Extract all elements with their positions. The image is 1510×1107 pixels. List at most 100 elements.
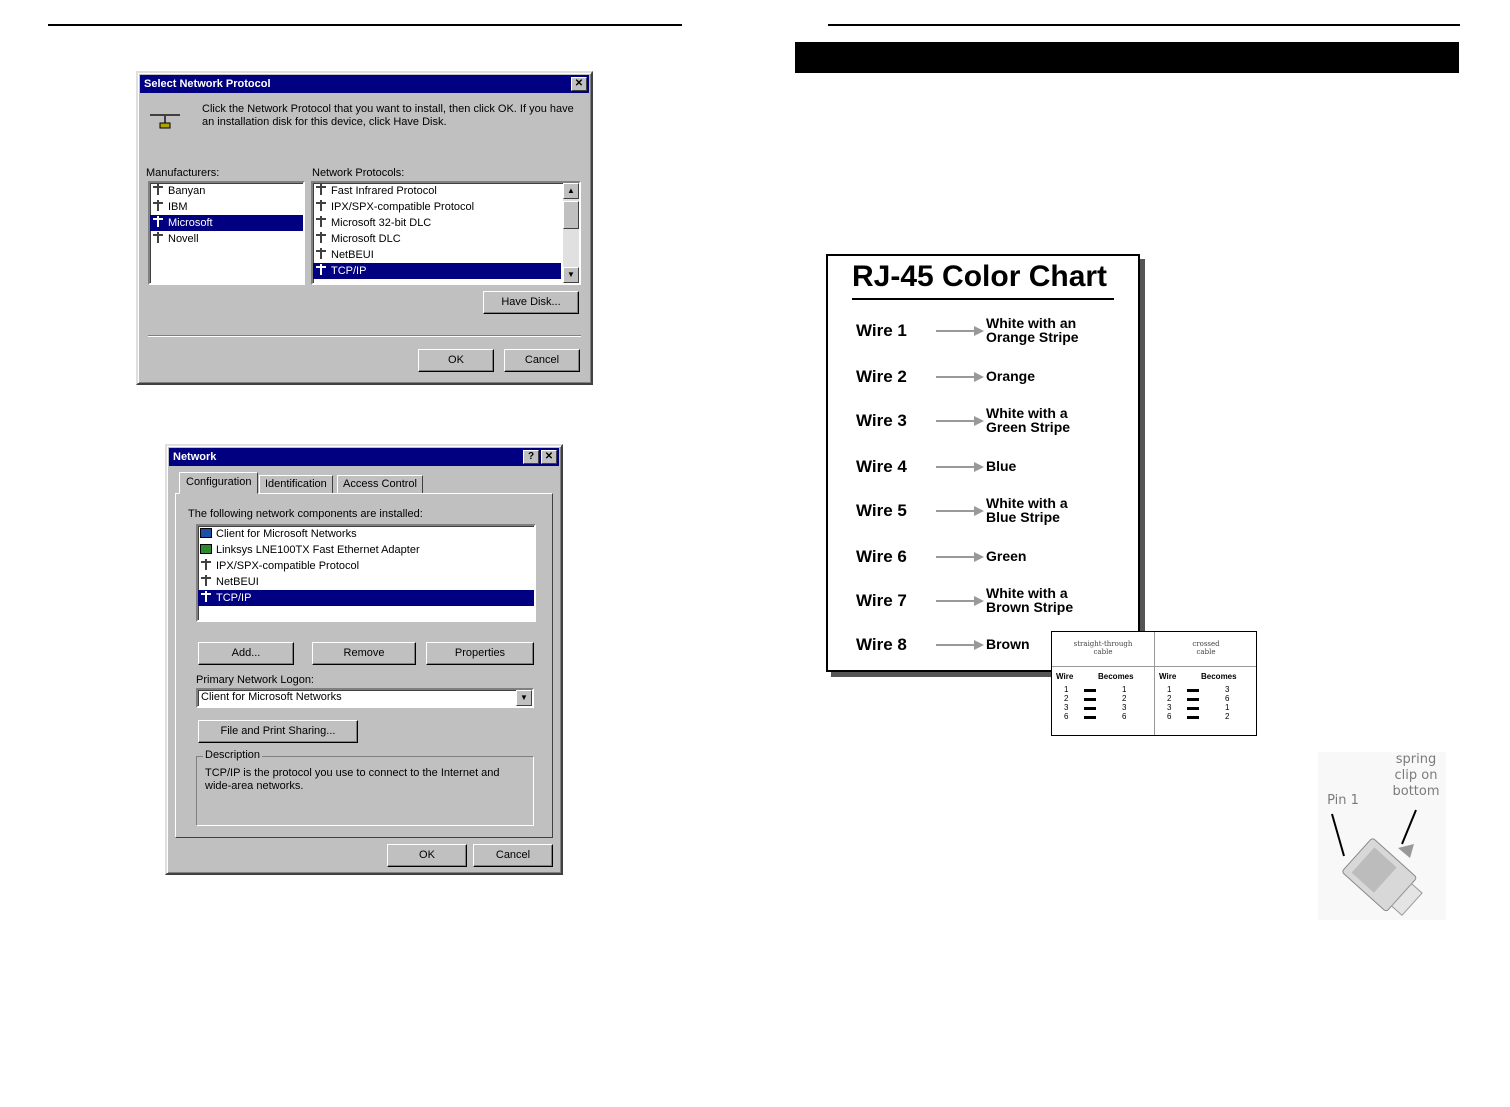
list-item[interactable]: NetBEUI — [313, 247, 561, 263]
list-item[interactable]: Microsoft DLC — [313, 231, 561, 247]
network-protocol-icon — [150, 114, 180, 129]
tab-identification[interactable]: Identification — [259, 475, 333, 494]
list-item-label: IPX/SPX-compatible Protocol — [216, 560, 360, 572]
protocol-icon — [315, 216, 327, 227]
list-item-label: IBM — [168, 201, 188, 213]
components-label: The following network components are ins… — [188, 508, 423, 520]
connection-mark — [1084, 689, 1096, 692]
manufacturers-label: Manufacturers: — [146, 167, 220, 179]
instructions-text: Click the Network Protocol that you want… — [202, 103, 574, 128]
network-protocols-list[interactable]: Fast Infrared Protocol IPX/SPX-compatible… — [311, 181, 581, 285]
rj45-connector-illustration — [1318, 752, 1446, 920]
list-item[interactable]: IBM — [150, 199, 303, 215]
dialog-title: Select Network Protocol — [144, 78, 271, 90]
wire-color-text: Green — [986, 548, 1027, 564]
chevron-down-icon[interactable]: ▼ — [516, 690, 532, 706]
list-item-label: NetBEUI — [216, 576, 259, 588]
list-item[interactable]: Novell — [150, 231, 303, 247]
wire-header: Wire — [1159, 672, 1177, 681]
description-text: TCP/IP is the protocol you use to connec… — [205, 767, 500, 792]
cancel-button[interactable]: Cancel — [504, 349, 580, 372]
list-item-label: TCP/IP — [331, 265, 367, 277]
arrow-icon — [936, 326, 984, 336]
wire-row: Wire 7 White with a Brown Stripe — [856, 586, 1136, 622]
list-item[interactable]: Microsoft 32-bit DLC — [313, 215, 561, 231]
close-button[interactable]: ✕ — [571, 77, 587, 91]
list-item[interactable]: Client for Microsoft Networks — [198, 526, 534, 542]
protocol-icon — [315, 184, 327, 195]
protocols-scrollbar[interactable]: ▲ ▼ — [563, 183, 579, 283]
crossed-column: crossed cable Wire Becomes 1 3 2 6 3 1 6 2 — [1155, 632, 1257, 735]
cancel-button[interactable]: Cancel — [473, 844, 553, 867]
add-button[interactable]: Add... — [198, 642, 294, 665]
dialog-title: Network — [173, 451, 217, 463]
help-button[interactable]: ? — [523, 450, 539, 464]
have-disk-button[interactable]: Have Disk... — [483, 291, 579, 314]
chart-title: RJ-45 Color Chart — [852, 260, 1108, 293]
wire-number: 1 — [1167, 685, 1172, 694]
list-item[interactable]: TCP/IP — [313, 263, 561, 279]
primary-logon-select[interactable]: Client for Microsoft Networks ▼ — [196, 688, 534, 708]
wire-number: 1 — [1064, 685, 1069, 694]
list-item[interactable]: Linksys LNE100TX Fast Ethernet Adapter — [198, 542, 534, 558]
dialog-title-bar[interactable]: Select Network Protocol ✕ — [140, 75, 589, 93]
close-button[interactable]: ✕ — [541, 450, 557, 464]
manufacturers-list[interactable]: Banyan IBM Microsoft Novell — [148, 181, 305, 285]
becomes-number: 3 — [1225, 685, 1230, 694]
scroll-up-button[interactable]: ▲ — [563, 183, 579, 199]
network-components-list[interactable]: Client for Microsoft Networks Linksys LNE… — [196, 524, 536, 622]
left-page-top-rule — [48, 24, 682, 26]
list-item[interactable]: Banyan — [150, 183, 303, 199]
arrow-icon — [936, 640, 984, 650]
file-print-sharing-button[interactable]: File and Print Sharing... — [198, 720, 358, 743]
protocol-icon — [315, 200, 327, 211]
ok-button[interactable]: OK — [387, 844, 467, 867]
dialog-title-bar[interactable]: Network ? ✕ — [169, 448, 559, 466]
protocol-icon — [152, 184, 164, 195]
scroll-thumb[interactable] — [563, 201, 579, 229]
section-header-bar — [795, 42, 1459, 73]
remove-button[interactable]: Remove — [312, 642, 416, 665]
becomes-number: 1 — [1225, 703, 1230, 712]
wire-number: 2 — [1064, 694, 1069, 703]
straight-through-column: straight-through cable Wire Becomes 1 1 2 2 3 3 6… — [1052, 632, 1154, 735]
arrow-icon — [936, 596, 984, 606]
list-item-label: TCP/IP — [216, 592, 252, 604]
list-item[interactable]: TCP/IP — [198, 590, 534, 606]
connection-mark — [1187, 707, 1199, 710]
protocol-icon — [200, 591, 212, 602]
wire-color-text: White with a Blue Stripe — [986, 495, 1068, 525]
description-label: Description — [203, 749, 263, 761]
connection-mark — [1084, 716, 1096, 719]
ok-button[interactable]: OK — [418, 349, 494, 372]
properties-button[interactable]: Properties — [426, 642, 534, 665]
rj45-color-chart: RJ-45 Color Chart Wire 1 White with an Or… — [826, 254, 1140, 672]
wire-row: Wire 2 Orange — [856, 362, 1136, 398]
list-item-label: Microsoft DLC — [331, 233, 401, 245]
tab-panel: The following network components are ins… — [175, 493, 553, 838]
list-item[interactable]: IPX/SPX-compatible Protocol — [198, 558, 534, 574]
network-protocols-label: Network Protocols: — [312, 167, 405, 179]
list-item[interactable]: Fast Infrared Protocol — [313, 183, 561, 199]
right-page-top-rule — [828, 24, 1460, 26]
scroll-down-button[interactable]: ▼ — [563, 267, 579, 283]
list-item[interactable]: IPX/SPX-compatible Protocol — [313, 199, 561, 215]
wire-color-text: Brown — [986, 636, 1030, 652]
tab-configuration[interactable]: Configuration — [179, 472, 259, 494]
connection-mark — [1084, 707, 1096, 710]
description-group: Description TCP/IP is the protocol you u… — [196, 749, 534, 826]
becomes-header: Becomes — [1201, 672, 1237, 681]
list-item[interactable]: Microsoft — [150, 215, 303, 231]
protocol-icon — [315, 264, 327, 275]
tab-access-control[interactable]: Access Control — [337, 475, 423, 494]
wire-label: Wire 4 — [856, 457, 907, 476]
list-item[interactable]: NetBEUI — [198, 574, 534, 590]
protocol-icon — [200, 575, 212, 586]
client-icon — [200, 528, 212, 538]
list-item-label: Banyan — [168, 185, 206, 197]
becomes-number: 2 — [1225, 712, 1230, 721]
primary-logon-value: Client for Microsoft Networks — [201, 691, 342, 703]
wire-label: Wire 8 — [856, 635, 907, 654]
primary-logon-label: Primary Network Logon: — [196, 674, 314, 686]
list-item-label: Client for Microsoft Networks — [216, 528, 357, 540]
